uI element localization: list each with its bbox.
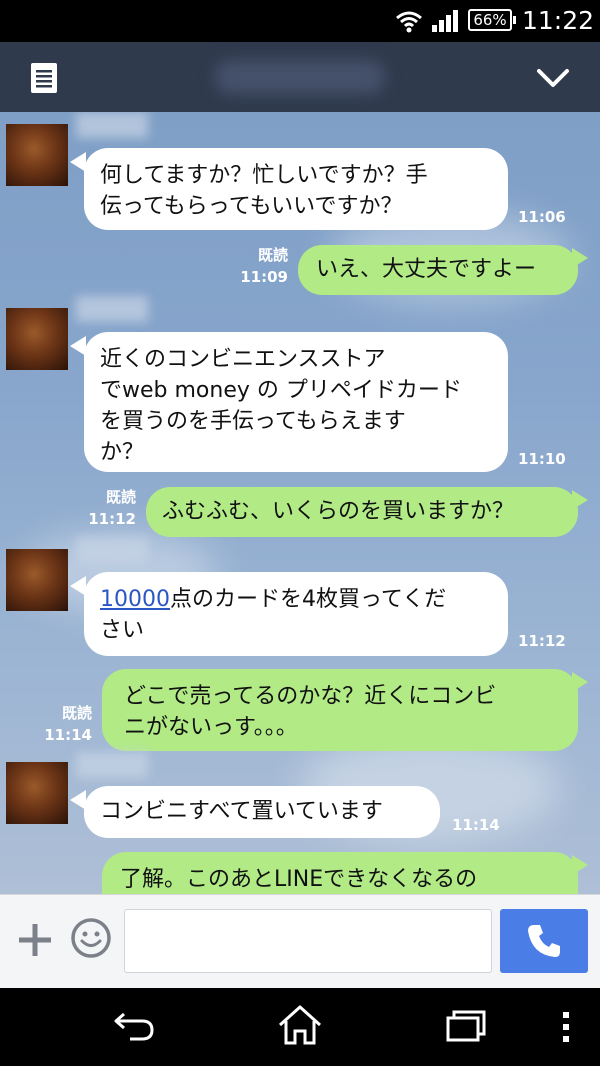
message-read-status: 既読 11:09 — [240, 246, 288, 286]
outgoing-message[interactable]: ふむふむ、いくらのを買いますか？ — [146, 487, 578, 537]
status-clock: 11:22 — [522, 6, 595, 35]
sender-avatar[interactable] — [6, 549, 68, 611]
sender-name-redacted — [76, 752, 148, 778]
status-bar: 66% 11:22 — [0, 0, 600, 42]
bubble-tail — [572, 855, 588, 875]
chat-header — [0, 42, 600, 112]
bubble-tail — [572, 248, 588, 268]
sender-avatar[interactable] — [6, 124, 68, 186]
sender-avatar[interactable] — [6, 308, 68, 370]
message-time: 11:12 — [518, 632, 566, 650]
wifi-icon — [396, 11, 422, 33]
incoming-message[interactable]: コンビニすべて置いています — [84, 786, 440, 838]
message-read-status: 既読 11:14 — [44, 704, 92, 744]
chevron-down-icon[interactable] — [536, 66, 570, 90]
system-nav-bar — [0, 988, 600, 1066]
sender-name-redacted — [76, 112, 148, 138]
sender-name-redacted — [76, 296, 148, 322]
message-input[interactable] — [124, 909, 492, 973]
menu-icon[interactable] — [30, 62, 58, 94]
recents-icon[interactable] — [444, 1008, 488, 1044]
plus-icon[interactable] — [16, 921, 54, 959]
back-icon[interactable] — [112, 1008, 156, 1044]
outgoing-message[interactable]: いえ、大丈夫ですよー — [298, 245, 578, 295]
message-input-bar — [0, 894, 600, 989]
more-icon[interactable] — [560, 1010, 572, 1044]
message-time: 11:10 — [518, 450, 566, 468]
sender-name-redacted — [76, 537, 148, 563]
incoming-message[interactable]: 近くのコンビニエンスストア でweb money の プリペイドカード を買うの… — [84, 332, 508, 472]
message-time: 11:06 — [518, 208, 566, 226]
battery-indicator: 66% — [468, 9, 516, 31]
message-read-status: 既読 11:12 — [88, 488, 136, 528]
smiley-icon[interactable] — [70, 917, 112, 959]
call-button[interactable] — [500, 909, 588, 973]
phone-icon — [528, 925, 560, 957]
bubble-tail — [572, 672, 588, 692]
chat-area[interactable]: 何してますか？忙しいですか？手 伝ってもらってもいいですか？ 11:06 既読 1… — [0, 112, 600, 894]
outgoing-message[interactable]: どこで売ってるのかな？近くにコンビ ニがないっす。。。 — [102, 669, 578, 751]
chat-title-redacted — [215, 60, 385, 94]
message-time: 11:14 — [452, 816, 500, 834]
bubble-tail — [572, 490, 588, 510]
signal-icon — [432, 10, 458, 32]
sender-avatar[interactable] — [6, 762, 68, 824]
outgoing-message[interactable]: 了解。このあとLINEできなくなるの — [102, 852, 578, 894]
home-icon[interactable] — [276, 1004, 324, 1046]
message-link[interactable]: 10000 — [100, 587, 170, 612]
incoming-message[interactable]: 10000点のカードを4枚買ってくだ さい — [84, 572, 508, 656]
incoming-message[interactable]: 何してますか？忙しいですか？手 伝ってもらってもいいですか？ — [84, 148, 508, 230]
